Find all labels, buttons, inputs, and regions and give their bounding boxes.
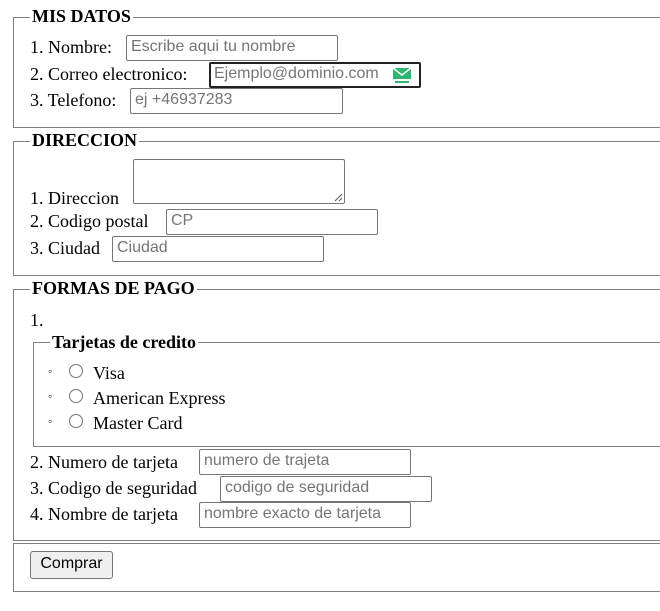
legend-direccion: DIRECCION [30,130,140,150]
codigo-postal-input[interactable]: CP [166,209,378,235]
legend-mis-datos: MIS DATOS [30,6,133,26]
label-correo: 2. Correo electronico: [30,64,188,84]
ciudad-input[interactable]: Ciudad [112,236,324,262]
radio-visa[interactable] [69,364,83,378]
label-codigo-postal: 2. Codigo postal [30,211,149,231]
label-nombre: 1. Nombre: [30,37,112,57]
direccion-textarea[interactable] [133,159,345,204]
label-numero-tarjeta: 2. Numero de tarjeta [30,452,178,472]
legend-formas-de-pago: FORMAS DE PAGO [30,278,197,298]
codigo-seguridad-input[interactable]: codigo de seguridad [220,476,432,502]
radio-american-express[interactable] [69,389,83,403]
label-telefono: 3. Telefono: [30,90,117,110]
resize-handle-icon[interactable] [334,193,343,202]
bullet: ◦ [48,364,53,378]
email-extension-icon[interactable] [392,66,412,84]
label-ciudad: 3. Ciudad [30,238,100,258]
list-marker-1: 1. [30,310,44,330]
legend-tarjetas: Tarjetas de credito [50,332,198,352]
option-label-american-express[interactable]: American Express [93,387,225,409]
label-direccion: 1. Direccion [30,188,119,208]
label-codigo-seguridad: 3. Codigo de seguridad [30,478,197,498]
nombre-input[interactable]: Escribe aqui tu nombre [126,35,338,61]
correo-input[interactable]: Ejemplo@dominio.com [209,62,421,88]
option-label-master-card[interactable]: Master Card [93,412,182,434]
telefono-input[interactable]: ej +46937283 [130,88,343,114]
bullet: ◦ [48,414,53,428]
numero-tarjeta-input[interactable]: numero de trajeta [199,449,411,475]
comprar-button[interactable]: Comprar [30,551,113,579]
label-nombre-tarjeta: 4. Nombre de tarjeta [30,504,178,524]
nombre-tarjeta-input[interactable]: nombre exacto de tarjeta [199,502,411,528]
option-label-visa[interactable]: Visa [93,362,125,384]
bullet: ◦ [48,389,53,403]
radio-master-card[interactable] [69,414,83,428]
